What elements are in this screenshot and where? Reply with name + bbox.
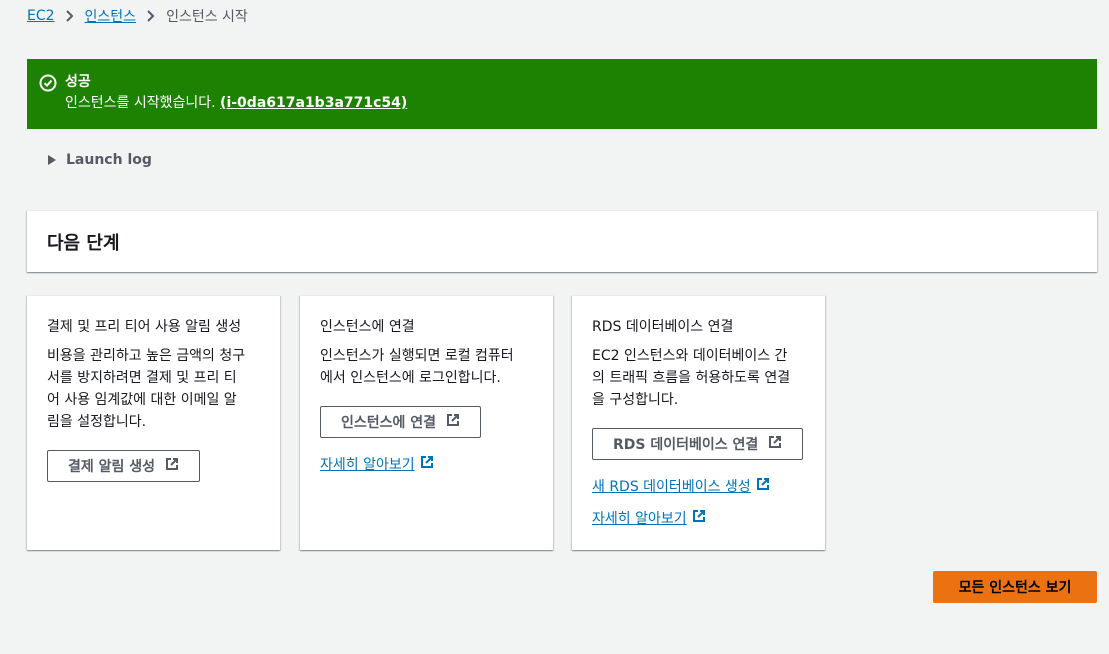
breadcrumb: EC2 인스턴스 인스턴스 시작 [27, 6, 248, 26]
view-all-instances-button[interactable]: 모든 인스턴스 보기 [933, 571, 1097, 603]
rds-connect-card: RDS 데이터베이스 연결 EC2 인스턴스와 데이터베이스 간 의 트래픽 흐… [572, 295, 825, 550]
chevron-right-icon [147, 10, 155, 22]
card-title: RDS 데이터베이스 연결 [592, 319, 734, 335]
connect-instance-button[interactable]: 인스턴스에 연결 [320, 406, 482, 438]
connect-instance-card: 인스턴스에 연결 인스턴스가 실행되면 로컬 컴퓨터 에서 인스턴스에 로그인합… [300, 295, 553, 550]
link-label: 자세히 알아보기 [320, 457, 415, 473]
breadcrumb-ec2-link[interactable]: EC2 [27, 8, 55, 24]
learn-more-link[interactable]: 자세히 알아보기 [592, 508, 706, 528]
card-body: 비용을 관리하고 높은 금액의 청구 서를 방지하려면 결제 및 프리 티 어 … [47, 345, 260, 433]
card-title: 결제 및 프리 티어 사용 알림 생성 [47, 319, 242, 335]
breadcrumb-instances-link[interactable]: 인스턴스 [85, 6, 137, 26]
card-body-line: 비용을 관리하고 높은 금액의 청구 [47, 348, 246, 364]
external-link-icon [768, 435, 782, 453]
flash-message: 인스턴스를 시작했습니다. (i-0da617a1b3a771c54) [65, 93, 407, 113]
button-label: 결제 알림 생성 [68, 459, 156, 475]
external-link-icon [446, 413, 460, 431]
card-body-line: 의 트래픽 흐름을 허용하도록 연결 [592, 370, 791, 386]
check-circle-icon [39, 74, 57, 92]
learn-more-link[interactable]: 자세히 알아보기 [320, 454, 434, 474]
external-link-icon [692, 509, 706, 527]
card-body-line: 서를 방지하려면 결제 및 프리 티 [47, 370, 237, 386]
instance-id-link[interactable]: (i-0da617a1b3a771c54) [220, 95, 407, 111]
launch-log-label: Launch log [66, 152, 152, 168]
billing-alert-card: 결제 및 프리 티어 사용 알림 생성 비용을 관리하고 높은 금액의 청구 서… [27, 295, 280, 550]
chevron-right-icon [65, 10, 74, 22]
card-body-line: EC2 인스턴스와 데이터베이스 간 [592, 348, 788, 364]
card-body-line: 인스턴스가 실행되면 로컬 컴퓨터 [320, 348, 514, 364]
external-link-icon [165, 457, 179, 475]
breadcrumb-current: 인스턴스 시작 [166, 9, 248, 25]
next-steps-container: 다음 단계 [27, 210, 1097, 272]
flash-title: 성공 [65, 74, 91, 90]
card-title: 인스턴스에 연결 [320, 319, 415, 335]
caret-right-icon [48, 155, 56, 165]
flash-message-text: 인스턴스를 시작했습니다. [65, 95, 216, 111]
external-link-icon [756, 477, 770, 495]
card-body: EC2 인스턴스와 데이터베이스 간 의 트래픽 흐름을 허용하도록 연결 을 … [592, 345, 805, 411]
button-label: 인스턴스에 연결 [341, 415, 437, 431]
launch-log-expander[interactable]: Launch log [48, 152, 152, 168]
external-link-icon [420, 455, 434, 473]
success-flashbar: 성공 인스턴스를 시작했습니다. (i-0da617a1b3a771c54) [27, 59, 1097, 129]
create-rds-link[interactable]: 새 RDS 데이터베이스 생성 [592, 476, 770, 496]
create-billing-alert-button[interactable]: 결제 알림 생성 [47, 450, 201, 482]
card-body-line: 에서 인스턴스에 로그인합니다. [320, 370, 501, 386]
link-label: 자세히 알아보기 [592, 511, 687, 527]
card-body-line: 림을 설정합니다. [47, 414, 147, 430]
next-steps-title: 다음 단계 [47, 233, 120, 254]
button-label: RDS 데이터베이스 연결 [613, 437, 759, 453]
connect-rds-button[interactable]: RDS 데이터베이스 연결 [592, 428, 804, 460]
card-body-line: 어 사용 임계값에 대한 이메일 알 [47, 392, 237, 408]
link-label: 새 RDS 데이터베이스 생성 [592, 479, 751, 495]
card-body-line: 을 구성합니다. [592, 392, 679, 408]
card-body: 인스턴스가 실행되면 로컬 컴퓨터 에서 인스턴스에 로그인합니다. [320, 345, 533, 389]
